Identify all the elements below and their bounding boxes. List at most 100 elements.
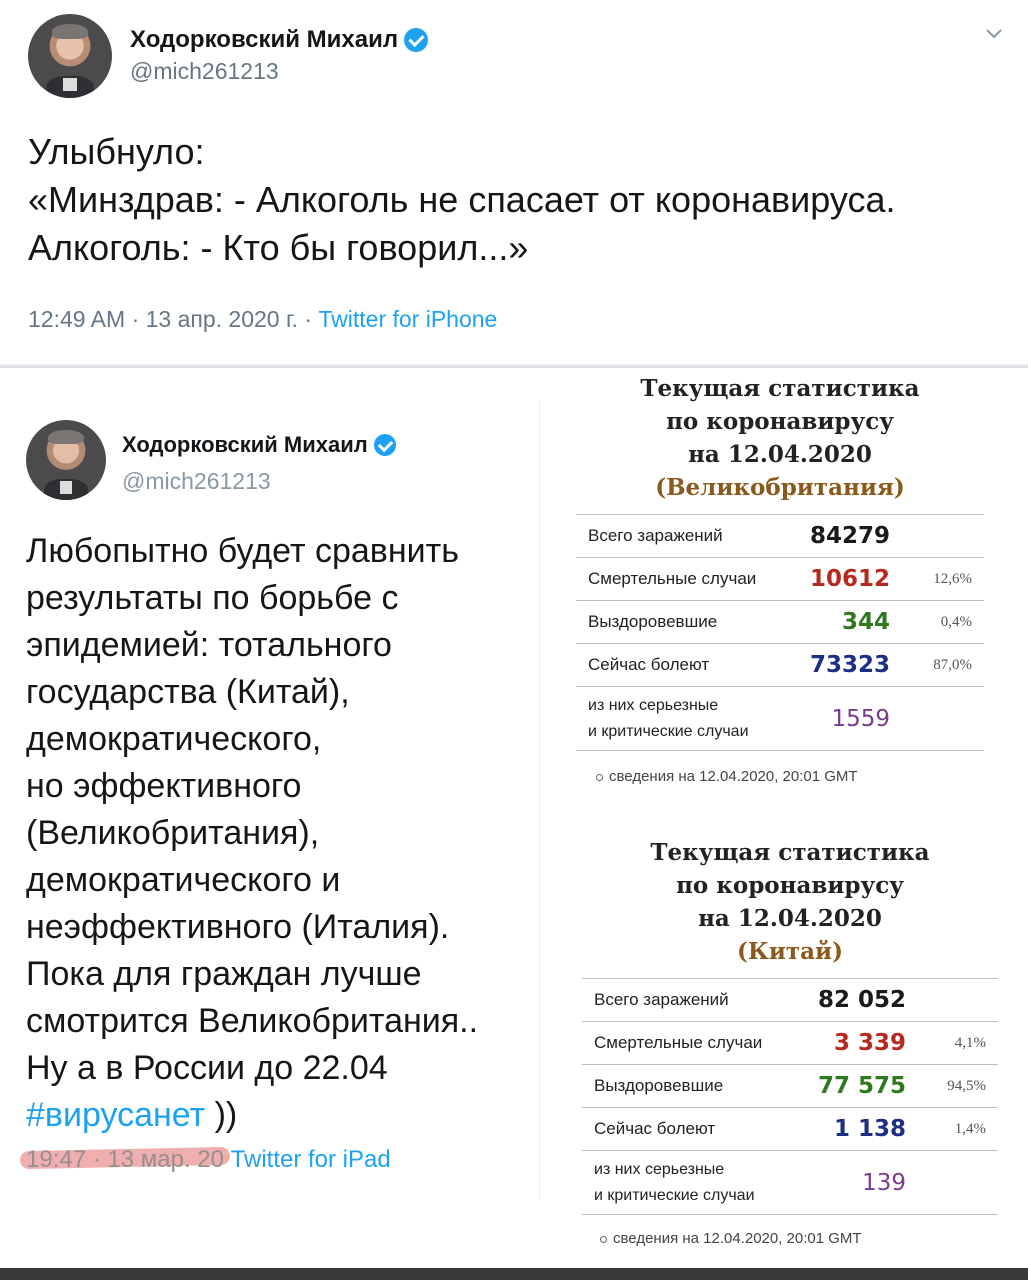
- row-value: 77 575: [792, 1064, 916, 1108]
- table-row: Смертельные случаи 10612 12,6%: [576, 557, 984, 601]
- table-row: из них серьезные и критические случаи 15…: [576, 686, 984, 751]
- stats-source-note: сведения на 12.04.2020, 20:01 GMT: [596, 768, 858, 785]
- stats-title: Текущая статистика по коронавирусу на 12…: [570, 836, 1010, 968]
- author-name-line: Ходорковский Михаил: [130, 26, 429, 54]
- row-percent: 94,5%: [916, 1064, 998, 1108]
- bottom-edge-bar: [0, 1268, 1028, 1280]
- stats-title-line: на 12.04.2020: [698, 905, 882, 932]
- row-value: 10612: [776, 557, 900, 601]
- tweet-source-link[interactable]: Twitter for iPhone: [318, 306, 497, 332]
- embedded-tweet-source: Twitter for iPad: [223, 1146, 391, 1173]
- row-value: 84279: [776, 514, 900, 558]
- stats-source-note: сведения на 12.04.2020, 20:01 GMT: [600, 1230, 862, 1247]
- row-label: Выздоровевшие: [582, 1064, 792, 1108]
- tweet-timestamp[interactable]: 12:49 AM · 13 апр. 2020 г. ·: [28, 306, 318, 332]
- tweet-line: смотрится Великобритания..: [26, 1002, 479, 1040]
- row-label: из них серьезные и критические случаи: [582, 1150, 792, 1215]
- row-percent: 0,4%: [900, 600, 984, 644]
- table-row: из них серьезные и критические случаи 13…: [582, 1150, 998, 1215]
- stats-source-text: сведения на 12.04.2020, 20:01 GMT: [609, 768, 858, 785]
- author-handle[interactable]: @mich261213: [130, 58, 279, 85]
- embedded-author-avatar: [26, 420, 106, 500]
- stats-title-line: Текущая статистика: [650, 839, 930, 866]
- row-percent: [916, 978, 998, 1022]
- row-percent: [900, 686, 984, 751]
- table-row: Всего заражений 82 052: [582, 978, 998, 1022]
- stats-title: Текущая статистика по коронавирусу на 12…: [560, 372, 1000, 504]
- row-value: 82 052: [792, 978, 916, 1022]
- divider: [0, 366, 1028, 368]
- row-value: 344: [776, 600, 900, 644]
- stats-country: (Китай): [737, 938, 843, 965]
- embedded-author-name-line: Ходорковский Михаил: [122, 432, 396, 458]
- stats-title-line: по коронавирусу: [666, 408, 894, 435]
- row-label: Всего заражений: [576, 514, 776, 558]
- table-row: Выздоровевшие 77 575 94,5%: [582, 1064, 998, 1108]
- tweet-line: результаты по борьбе с: [26, 579, 399, 617]
- tweet-line: демократического,: [26, 720, 322, 758]
- row-percent: 12,6%: [900, 557, 984, 601]
- table-row: Сейчас болеют 1 138 1,4%: [582, 1107, 998, 1151]
- row-percent: 87,0%: [900, 643, 984, 687]
- embedded-tweet-timestamp: 19:47 · 13 мар. 20: [19, 1146, 231, 1173]
- verified-badge-icon: [404, 28, 429, 52]
- row-percent: 4,1%: [916, 1021, 998, 1065]
- verified-badge-icon: [373, 434, 396, 456]
- chevron-down-icon[interactable]: [984, 24, 1004, 44]
- row-value: 139: [792, 1150, 916, 1215]
- embedded-tweet-meta: 19:47 · 13 мар. 20 Twitter for iPad: [19, 1146, 391, 1174]
- bullet-icon: [600, 1235, 607, 1243]
- timestamp-text: 19:47 · 13 мар. 20: [26, 1146, 224, 1173]
- tweet-line: Пока для граждан лучше: [26, 955, 422, 993]
- row-label-line: из них серьезные: [588, 696, 719, 714]
- stats-title-line: на 12.04.2020: [688, 441, 872, 468]
- row-percent: [916, 1150, 998, 1215]
- stats-panel-china: Текущая статистика по коронавирусу на 12…: [570, 836, 1010, 1256]
- top-tweet: Ходорковский Михаил @mich261213 Улыбнуло…: [0, 0, 1028, 366]
- stats-table: Всего заражений 84279 Смертельные случаи…: [576, 514, 984, 751]
- table-row: Выздоровевшие 344 0,4%: [576, 600, 984, 644]
- row-label-line: и критические случаи: [588, 722, 749, 740]
- tweet-line: но эффективного: [26, 767, 302, 805]
- tweet-text-tail: )): [205, 1096, 238, 1134]
- tweet-line: неэффективного (Италия).: [26, 908, 450, 946]
- row-label: Всего заражений: [582, 978, 792, 1022]
- row-percent: 1,4%: [916, 1107, 998, 1151]
- stats-title-line: по коронавирусу: [676, 872, 904, 899]
- tweet-line: Ну а в России до 22.04: [26, 1049, 388, 1087]
- stats-source-text: сведения на 12.04.2020, 20:01 GMT: [613, 1230, 862, 1247]
- tweet-line: Алкоголь: - Кто бы говорил...»: [28, 227, 529, 268]
- row-percent: [900, 514, 984, 558]
- tweet-line: Любопытно будет сравнить: [26, 532, 459, 570]
- hashtag-link: #вирусанет: [26, 1096, 206, 1134]
- tweet-line: государства (Китай),: [26, 673, 350, 711]
- author-name[interactable]: Ходорковский Михаил: [130, 26, 398, 54]
- tweet-meta: 12:49 AM · 13 апр. 2020 г. · Twitter for…: [28, 306, 497, 333]
- author-avatar[interactable]: [28, 14, 112, 98]
- row-label: из них серьезные и критические случаи: [576, 686, 776, 751]
- row-label: Сейчас болеют: [576, 643, 776, 687]
- row-label: Смертельные случаи: [576, 557, 776, 601]
- embedded-author-name: Ходорковский Михаил: [122, 432, 368, 457]
- row-label: Выздоровевшие: [576, 600, 776, 644]
- embedded-tweet-text: Любопытно будет сравнить результаты по б…: [26, 528, 536, 1139]
- row-label: Смертельные случаи: [582, 1021, 792, 1065]
- tweet-text: Улыбнуло: «Минздрав: - Алкоголь не спаса…: [28, 128, 895, 272]
- tweet-line: «Минздрав: - Алкоголь не спасает от коро…: [28, 179, 896, 220]
- embedded-tweet: Ходорковский Михаил @mich261213 Любопытн…: [8, 400, 540, 1200]
- tweet-line-hashtag: #вирусанет )): [26, 1092, 536, 1139]
- stats-title-line: Текущая статистика: [640, 375, 920, 402]
- stats-panel-uk: Текущая статистика по коронавирусу на 12…: [560, 372, 1000, 792]
- row-value: 73323: [776, 643, 900, 687]
- stats-table: Всего заражений 82 052 Смертельные случа…: [582, 978, 998, 1215]
- tweet-line: эпидемией: тотального: [26, 626, 392, 664]
- table-row: Смертельные случаи 3 339 4,1%: [582, 1021, 998, 1065]
- row-label-line: из них серьезные: [594, 1160, 725, 1178]
- row-value: 1 138: [792, 1107, 916, 1151]
- embedded-author-handle: @mich261213: [122, 468, 271, 494]
- row-value: 3 339: [792, 1021, 916, 1065]
- tweet-line: (Великобритания),: [26, 814, 320, 852]
- bullet-icon: [596, 773, 603, 781]
- table-row: Всего заражений 84279: [576, 514, 984, 558]
- row-label: Сейчас болеют: [582, 1107, 792, 1151]
